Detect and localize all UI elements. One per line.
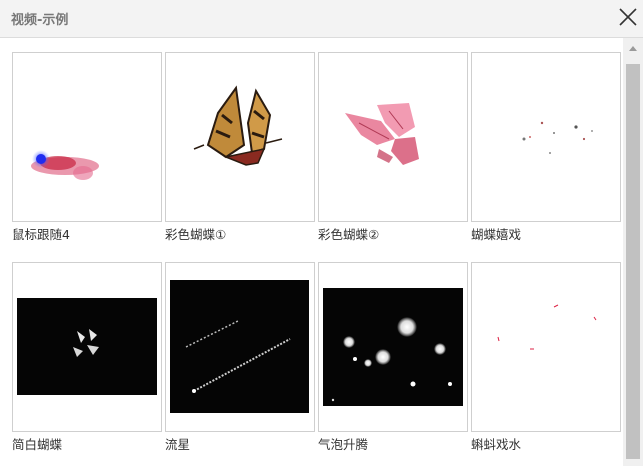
video-item-label: 彩色蝴蝶②: [318, 227, 380, 242]
video-item-label: 蝴蝶嬉戏: [471, 227, 522, 242]
dialog-title: 视频-示例: [11, 13, 69, 28]
video-thumbnail[interactable]: [12, 52, 162, 222]
video-thumbnail[interactable]: [165, 262, 315, 432]
video-thumbnail[interactable]: [471, 262, 621, 432]
vertical-scrollbar[interactable]: [623, 38, 643, 466]
scroll-up-button[interactable]: [623, 42, 643, 54]
chevron-up-icon: [629, 46, 637, 51]
video-item-label: 鼠标跟随4: [12, 227, 70, 242]
video-item-label: 彩色蝴蝶①: [165, 227, 227, 242]
video-grid: 鼠标跟随4 彩色蝴蝶① 彩色蝴蝶② 蝴蝶嬉戏 简白蝴蝶 流星 气泡升腾 蝌蚪戏水: [0, 38, 623, 466]
video-item-label: 气泡升腾: [318, 437, 369, 452]
video-thumbnail[interactable]: [318, 52, 468, 222]
video-thumbnail[interactable]: [12, 262, 162, 432]
scrollbar-thumb[interactable]: [626, 64, 640, 459]
dialog-titlebar: 视频-示例: [0, 0, 643, 38]
video-thumbnail[interactable]: [471, 52, 621, 222]
video-item-label: 简白蝴蝶: [12, 437, 63, 452]
video-item-label: 流星: [165, 437, 191, 452]
video-thumbnail[interactable]: [318, 262, 468, 432]
video-item-label: 蝌蚪戏水: [471, 437, 522, 452]
close-icon: [619, 8, 637, 26]
video-thumbnail[interactable]: [165, 52, 315, 222]
close-button[interactable]: [617, 6, 639, 28]
